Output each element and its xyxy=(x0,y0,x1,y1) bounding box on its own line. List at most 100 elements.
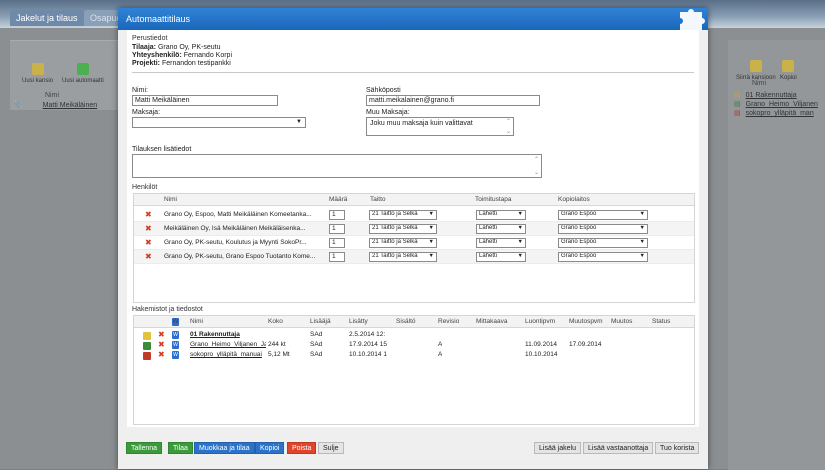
scroll-up-icon[interactable]: ⌃ xyxy=(506,118,511,125)
col-taitto[interactable]: Taitto xyxy=(370,196,386,203)
right-list-item[interactable]: ▤ sokopro_ylläpitä_man xyxy=(734,109,814,117)
taitto-select[interactable]: 21 Taitto ja Selkä ▼ xyxy=(369,210,437,220)
import-from-basket-button[interactable]: Tuo korista xyxy=(655,442,700,454)
payer-select[interactable]: ▼ xyxy=(132,117,306,128)
table-row[interactable]: ✖ W sokopro_ylläpitä_manuai 5,12 Mt SAd … xyxy=(134,350,694,360)
taitto-select[interactable]: 21 Taitto ja Selkä ▼ xyxy=(369,238,437,248)
col-lab[interactable]: Kopiolaitos xyxy=(558,196,590,203)
taitto-select[interactable]: 21 Taitto ja Selkä ▼ xyxy=(369,224,437,234)
right-pane: Siirrä kansioon Kopioi Nimi ▤ 01 Rakennut… xyxy=(708,28,825,470)
edit-and-order-button[interactable]: Muokkaa ja tilaa xyxy=(194,442,255,454)
chevron-down-icon: ▼ xyxy=(517,239,523,245)
chevron-down-icon: ▼ xyxy=(639,225,645,231)
delivery-select[interactable]: Lähetti ▼ xyxy=(476,224,526,234)
new-folder-button[interactable]: Uusi kansio xyxy=(22,63,53,84)
chevron-down-icon: ▼ xyxy=(517,225,523,231)
col-modified[interactable]: Muutospvm xyxy=(569,318,603,325)
table-row[interactable]: ✖ Grano Oy, PK-seutu, Grano Espoo Tuotan… xyxy=(134,250,694,264)
quantity-input[interactable]: 1 xyxy=(329,224,345,234)
col-scale[interactable]: Mittakaava xyxy=(476,318,507,325)
delivery-select[interactable]: Lähetti ▼ xyxy=(476,210,526,220)
save-button[interactable]: Tallenna xyxy=(126,442,163,454)
extra-info-textarea[interactable]: ⌃ ⌄ xyxy=(132,154,542,178)
dialog-title: Automaattitilaus xyxy=(118,8,708,30)
col-created[interactable]: Luontipvm xyxy=(525,318,555,325)
persons-table-header: Nimi Määrä Taitto Toimitustapa Kopiolait… xyxy=(134,194,694,206)
table-row[interactable]: ✖ Meikäläinen Oy, Isä Meikäläinen Meikäl… xyxy=(134,222,694,236)
lab-select[interactable]: Grano Espoo ▼ xyxy=(558,252,648,262)
chevron-down-icon: ▼ xyxy=(428,225,434,231)
plus-icon xyxy=(76,63,89,75)
chevron-down-icon: ▼ xyxy=(639,239,645,245)
tilaaja-line: Tilaaja: Grano Oy, PK-seutu xyxy=(132,44,221,51)
pdf-icon xyxy=(143,352,151,360)
table-row[interactable]: ✖ Grano Oy, PK-seutu, Koulutus ja Myynti… xyxy=(134,236,694,250)
delete-icon[interactable]: ✖ xyxy=(158,351,165,359)
move-to-folder-button[interactable]: Siirrä kansioon xyxy=(736,60,776,81)
col-added[interactable]: Lisätty xyxy=(349,318,368,325)
left-toolbar: Uusi kansio Uusi automaatti xyxy=(10,40,118,110)
taitto-select[interactable]: 21 Taitto ja Selkä ▼ xyxy=(369,252,437,262)
quantity-input[interactable]: 1 xyxy=(329,210,345,220)
new-automatic-button[interactable]: Uusi automaatti xyxy=(62,63,104,84)
quantity-input[interactable]: 1 xyxy=(329,252,345,262)
close-button[interactable]: Sulje xyxy=(318,442,344,454)
lab-select[interactable]: Grano Espoo ▼ xyxy=(558,210,648,220)
col-adder[interactable]: Lisääjä xyxy=(310,318,331,325)
add-distribution-button[interactable]: Lisää jakelu xyxy=(534,442,581,454)
col-status[interactable]: Status xyxy=(652,318,670,325)
col-revision[interactable]: Revisio xyxy=(438,318,459,325)
project-line: Projekti: Fernandon testipankki xyxy=(132,60,231,67)
delete-icon[interactable]: ✖ xyxy=(145,239,152,247)
scroll-down-icon[interactable]: ⌄ xyxy=(534,169,539,176)
chevron-down-icon: ▼ xyxy=(639,211,645,217)
table-row[interactable]: ✖ W 01 Rakennuttaja SAd 2.5.2014 12: xyxy=(134,330,694,340)
chevron-down-icon: ▼ xyxy=(428,253,434,259)
files-heading: Hakemistot ja tiedostot xyxy=(132,306,203,313)
left-list-header: Nimi xyxy=(45,92,59,99)
attachment-icon: 📎 xyxy=(14,102,23,109)
name-label: Nimi: xyxy=(132,87,148,94)
col-name[interactable]: Nimi xyxy=(164,196,177,203)
email-input[interactable]: matti.meikalainen@grano.fi xyxy=(366,95,540,106)
col-qty[interactable]: Määrä xyxy=(329,196,347,203)
folder-move-icon xyxy=(749,60,762,72)
table-row[interactable]: ✖ Grano Oy, Espoo, Matti Meikäläinen Kom… xyxy=(134,208,694,222)
right-list-item[interactable]: ▤ 01 Rakennuttaja xyxy=(734,91,797,99)
col-delivery[interactable]: Toimitustapa xyxy=(475,196,512,203)
tab-jakelut[interactable]: Jakelut ja tilaus xyxy=(10,10,84,26)
delete-icon[interactable]: ✖ xyxy=(158,341,165,349)
table-row[interactable]: ✖ W Grano_Heimo_Viljanen_Ja 244 kt SAd 1… xyxy=(134,340,694,350)
right-list-item[interactable]: ▤ Grano_Heimo_Viljanen xyxy=(734,100,818,108)
extra-info-label: Tilauksen lisätiedot xyxy=(132,146,192,153)
order-button[interactable]: Tilaa xyxy=(168,442,193,454)
add-recipient-button[interactable]: Lisää vastaanottaja xyxy=(583,442,654,454)
quantity-input[interactable]: 1 xyxy=(329,238,345,248)
lab-select[interactable]: Grano Espoo ▼ xyxy=(558,224,648,234)
copy-icon xyxy=(782,60,795,72)
copy-button[interactable]: Kopioi xyxy=(255,442,285,454)
delete-icon[interactable]: ✖ xyxy=(145,211,152,219)
other-payer-textarea[interactable]: Joku muu maksaja kuin valittavat ⌃ ⌄ xyxy=(366,117,514,136)
delete-icon[interactable]: ✖ xyxy=(145,253,152,261)
delivery-select[interactable]: Lähetti ▼ xyxy=(476,252,526,262)
lab-select[interactable]: Grano Espoo ▼ xyxy=(558,238,648,248)
scroll-down-icon[interactable]: ⌄ xyxy=(506,128,511,135)
col-size[interactable]: Koko xyxy=(268,318,283,325)
dialog-body: Perustiedot Tilaaja: Grano Oy, PK-seutu … xyxy=(127,30,699,427)
delete-icon[interactable]: ✖ xyxy=(158,331,165,339)
left-list-item[interactable]: 📎 Matti Meikäläinen xyxy=(14,101,97,109)
other-payer-label: Muu Maksaja: xyxy=(366,109,410,116)
scroll-up-icon[interactable]: ⌃ xyxy=(534,156,539,163)
delivery-select[interactable]: Lähetti ▼ xyxy=(476,238,526,248)
copy-button-bg[interactable]: Kopioi xyxy=(780,60,797,81)
delete-button[interactable]: Poista xyxy=(287,442,317,454)
chevron-down-icon: ▼ xyxy=(296,119,302,125)
name-input[interactable]: Matti Meikäläinen xyxy=(132,95,278,106)
folder-icon xyxy=(143,332,151,340)
col-name[interactable]: Nimi xyxy=(190,318,203,325)
divider xyxy=(132,72,694,73)
col-change[interactable]: Muutos xyxy=(611,318,632,325)
col-content[interactable]: Sisältö xyxy=(396,318,416,325)
delete-icon[interactable]: ✖ xyxy=(145,225,152,233)
